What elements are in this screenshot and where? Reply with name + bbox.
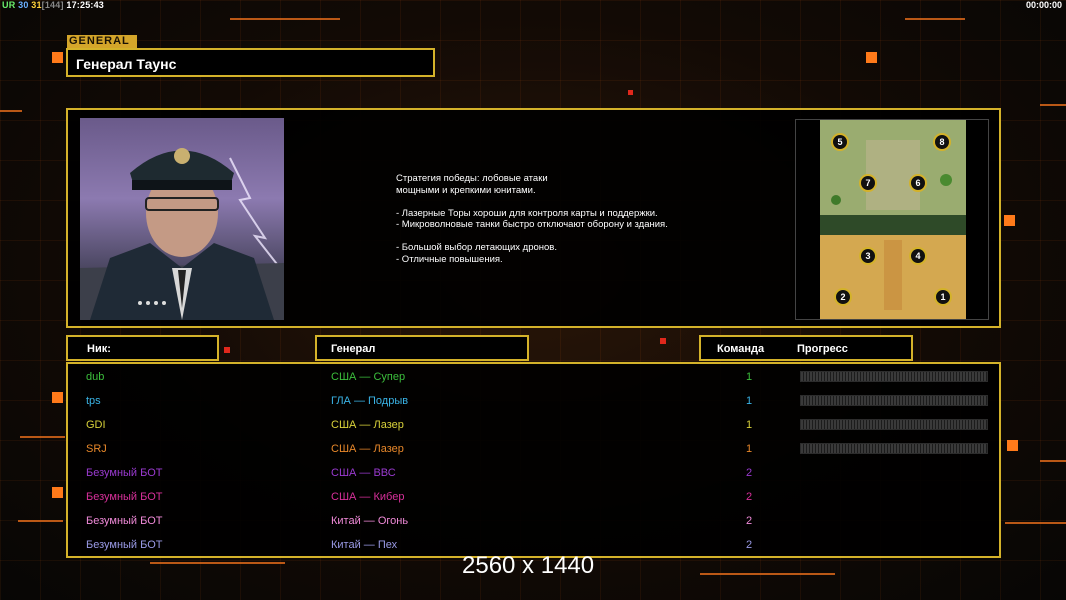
nick-column-header: Ник: <box>66 335 219 361</box>
deco-square <box>52 52 63 63</box>
deco-line <box>1005 522 1066 524</box>
deco-square <box>52 487 63 498</box>
start-position-label: 5 <box>837 137 842 147</box>
player-team[interactable]: 1 <box>746 371 752 383</box>
description-line: мощными и крепкими юнитами. <box>396 184 536 196</box>
player-progress-bar <box>800 371 988 382</box>
resolution-label: 2560 x 1440 <box>462 552 595 579</box>
map-preview: 5 8 7 6 3 4 2 1 <box>795 119 989 320</box>
players-list: dub США — Супер 1 tps ГЛА — Подрыв 1 GDI США — … <box>66 362 1001 558</box>
progress-header-label: Прогресс <box>797 343 848 355</box>
player-general[interactable]: США — ВВС <box>331 467 396 479</box>
player-nick[interactable]: Безумный БОТ <box>86 539 163 551</box>
player-general[interactable]: США — Кибер <box>331 491 404 503</box>
description-line: - Большой выбор летающих дронов. <box>396 242 557 253</box>
player-nick[interactable]: Безумный БОТ <box>86 467 163 479</box>
player-progress-bar <box>800 395 988 406</box>
player-nick[interactable]: GDI <box>86 419 106 431</box>
team-progress-column-header: Команда Прогресс <box>699 335 913 361</box>
deco-square <box>1004 215 1015 226</box>
deco-line <box>905 18 965 20</box>
deco-square <box>224 347 230 353</box>
deco-square <box>866 52 877 63</box>
start-position-label: 4 <box>915 251 920 261</box>
general-portrait <box>80 118 284 320</box>
start-position-label: 1 <box>940 292 945 302</box>
deco-line <box>18 520 63 522</box>
player-general[interactable]: Китай — Пех <box>331 539 397 551</box>
team-header-label: Команда <box>717 343 765 355</box>
description-line: Стратегия победы: лобовые атаки <box>396 173 548 184</box>
player-general[interactable]: США — Супер <box>331 371 405 383</box>
player-progress-bar <box>800 419 988 430</box>
player-nick[interactable]: Безумный БОТ <box>86 515 163 527</box>
deco-square <box>628 90 633 95</box>
player-row[interactable]: Безумный БОТ Китай — Огонь 2 <box>68 511 999 535</box>
player-team[interactable]: 2 <box>746 467 752 479</box>
player-row[interactable]: Безумный БОТ США — ВВС 2 <box>68 463 999 487</box>
general-header-label: Генерал <box>331 343 376 355</box>
deco-line <box>230 18 340 20</box>
start-position-label: 7 <box>865 178 870 188</box>
player-team[interactable]: 1 <box>746 395 752 407</box>
player-row[interactable]: GDI США — Лазер 1 <box>68 415 999 439</box>
status-clock: 17:25:43 <box>66 0 105 10</box>
start-position-label: 3 <box>865 251 870 261</box>
player-nick[interactable]: dub <box>86 371 104 383</box>
player-team[interactable]: 2 <box>746 491 752 503</box>
status-value-3: [144] <box>41 0 64 10</box>
player-general[interactable]: ГЛА — Подрыв <box>331 395 408 407</box>
player-team[interactable]: 2 <box>746 515 752 527</box>
map-preview-image: 5 8 7 6 3 4 2 1 <box>796 120 988 319</box>
player-row[interactable]: Безумный БОТ США — Кибер 2 <box>68 487 999 511</box>
general-title-box: Генерал Таунс <box>66 48 435 77</box>
status-readout: UR 30 31[144] 17:25:43 <box>2 0 104 10</box>
deco-square <box>1007 440 1018 451</box>
general-tag: GENERAL <box>67 35 137 48</box>
player-team[interactable]: 2 <box>746 539 752 551</box>
deco-square <box>660 338 666 344</box>
status-value-1: 30 <box>18 0 29 10</box>
player-team[interactable]: 1 <box>746 419 752 431</box>
player-row[interactable]: SRJ США — Лазер 1 <box>68 439 999 463</box>
game-timer: 00:00:00 <box>1025 0 1062 10</box>
player-general[interactable]: США — Лазер <box>331 443 404 455</box>
description-line <box>396 196 668 208</box>
player-team[interactable]: 1 <box>746 443 752 455</box>
deco-line <box>20 436 65 438</box>
general-name: Генерал Таунс <box>76 56 177 72</box>
player-row[interactable]: tps ГЛА — Подрыв 1 <box>68 391 999 415</box>
player-progress-bar <box>800 443 988 454</box>
start-position-label: 6 <box>915 178 920 188</box>
player-nick[interactable]: tps <box>86 395 101 407</box>
general-column-header: Генерал <box>315 335 529 361</box>
deco-line <box>1040 460 1066 462</box>
description-line: - Отличные повышения. <box>396 253 503 265</box>
general-portrait-image <box>80 148 284 320</box>
description-line: - Лазерные Торы хороши для контроля карт… <box>396 207 658 219</box>
status-value-2: 31 <box>31 0 42 10</box>
player-row[interactable]: dub США — Супер 1 <box>68 367 999 391</box>
description-line: - Микроволновые танки быстро отключают о… <box>396 219 668 230</box>
deco-square <box>52 392 63 403</box>
deco-line <box>0 110 22 112</box>
status-ur: UR <box>2 0 16 10</box>
start-position-label: 8 <box>939 137 944 147</box>
strategy-description: Стратегия победы: лобовые атаки мощными … <box>396 173 668 265</box>
player-nick[interactable]: SRJ <box>86 443 107 455</box>
player-nick[interactable]: Безумный БОТ <box>86 491 163 503</box>
player-general[interactable]: Китай — Огонь <box>331 515 408 527</box>
start-position-label: 2 <box>840 292 845 302</box>
nick-header-label: Ник: <box>87 343 111 355</box>
description-line <box>396 231 668 243</box>
deco-line <box>150 562 285 564</box>
deco-line <box>700 573 835 575</box>
player-general[interactable]: США — Лазер <box>331 419 404 431</box>
deco-line <box>1040 104 1066 106</box>
